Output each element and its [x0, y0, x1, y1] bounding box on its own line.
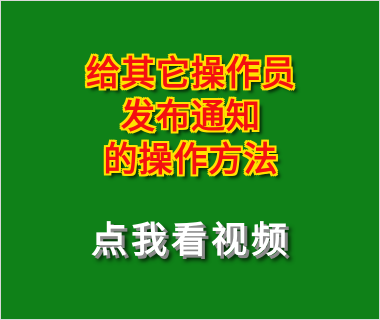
title-line-1: 给其它操作员	[86, 54, 296, 94]
title-line-3: 的操作方法	[103, 140, 279, 180]
banner-title: 给其它操作员 发布通知 的操作方法	[1, 53, 380, 182]
title-line-2: 发布通知	[121, 97, 261, 137]
watch-video-link[interactable]: 点我看视频	[1, 217, 380, 265]
video-banner[interactable]: 给其它操作员 发布通知 的操作方法 点我看视频	[0, 0, 380, 320]
